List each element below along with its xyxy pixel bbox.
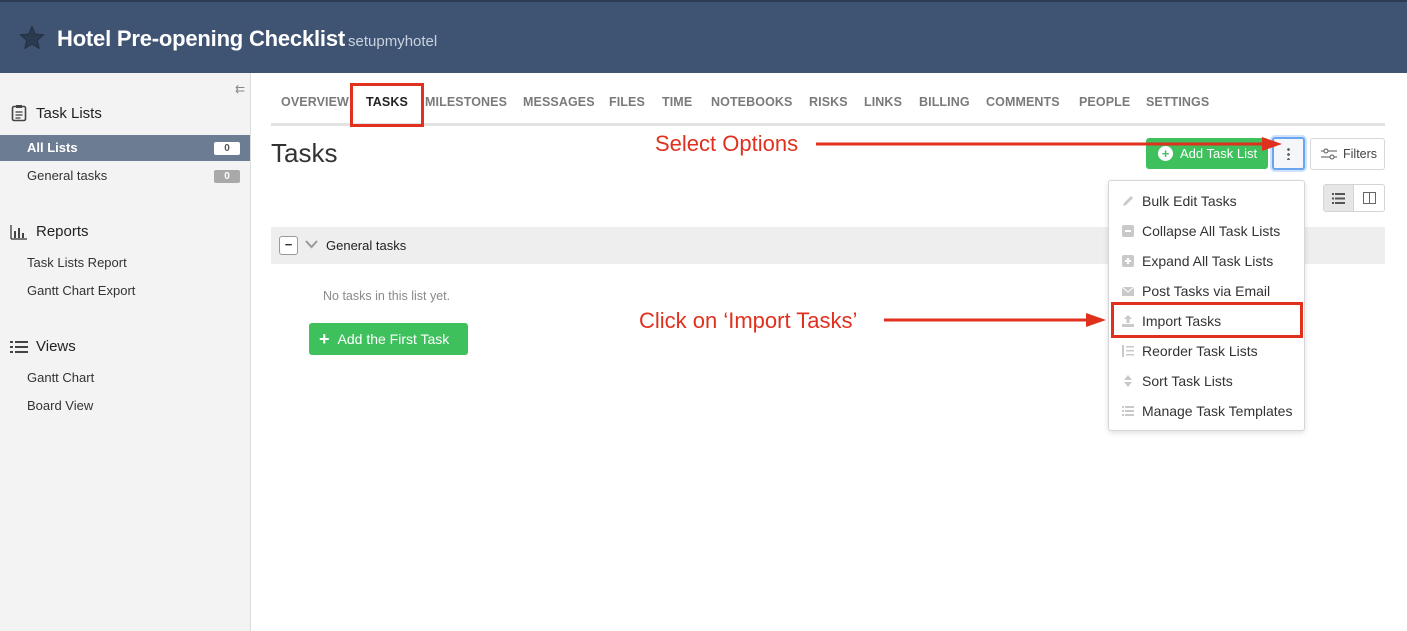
plus-square-icon (1122, 255, 1134, 267)
sidebar-item-general-tasks[interactable]: General tasks 0 (0, 163, 250, 189)
annotation-arrow-options (816, 137, 1282, 151)
menu-item-manage-task-templates[interactable]: Manage Task Templates (1109, 396, 1304, 426)
views-heading: Views (10, 338, 76, 355)
list-view-button[interactable] (1324, 185, 1355, 211)
reorder-icon (1122, 345, 1134, 357)
menu-item-sort-task-lists[interactable]: Sort Task Lists (1109, 366, 1304, 396)
sort-icon (1124, 375, 1132, 387)
menu-item-bulk-edit-tasks[interactable]: Bulk Edit Tasks (1109, 186, 1304, 216)
minus-square-icon (1122, 225, 1134, 237)
tab-risks[interactable]: RISKS (809, 95, 848, 109)
menu-item-reorder-task-lists[interactable]: Reorder Task Lists (1109, 336, 1304, 366)
tab-overview[interactable]: OVERVIEW (281, 95, 349, 109)
list-icon (1122, 406, 1134, 416)
project-header: Hotel Pre-opening Checklist setupmyhotel (0, 0, 1407, 73)
vertical-dots-icon (1287, 147, 1290, 160)
add-first-task-button[interactable]: + Add the First Task (309, 323, 468, 355)
import-tasks-highlight-box (1111, 302, 1303, 338)
star-icon[interactable] (18, 24, 46, 52)
count-badge: 0 (214, 170, 240, 183)
page-title: Tasks (271, 138, 338, 168)
sliders-icon (1321, 148, 1337, 160)
menu-item-expand-all[interactable]: Expand All Task Lists (1109, 246, 1304, 276)
sidebar-item-gantt-chart[interactable]: Gantt Chart (0, 365, 250, 391)
tab-milestones[interactable]: MILESTONES (425, 95, 507, 109)
empty-list-message: No tasks in this list yet. (323, 289, 451, 303)
sidebar-item-gantt-chart-export[interactable]: Gantt Chart Export (0, 278, 250, 304)
envelope-icon (1121, 286, 1135, 296)
sidebar-item-board-view[interactable]: Board View (0, 393, 250, 419)
count-badge: 0 (214, 142, 240, 155)
list-icon (10, 340, 28, 353)
tab-settings[interactable]: SETTINGS (1146, 95, 1209, 109)
company-name[interactable]: setupmyhotel (348, 33, 437, 50)
annotation-select-options: Select Options (655, 131, 799, 156)
tab-time[interactable]: TIME (662, 95, 692, 109)
tab-notebooks[interactable]: NOTEBOOKS (711, 95, 792, 109)
tab-links[interactable]: LINKS (864, 95, 902, 109)
tab-people[interactable]: PEOPLE (1079, 95, 1130, 109)
columns-icon (1362, 192, 1376, 204)
annotation-arrow-import (884, 313, 1106, 327)
bar-chart-icon (10, 224, 27, 240)
annotation-click-import: Click on ‘Import Tasks’ (639, 308, 858, 333)
chevron-down-icon[interactable] (305, 239, 318, 249)
tab-messages[interactable]: MESSAGES (523, 95, 595, 109)
sidebar: ⇇ Task Lists All Lists 0 General tasks 0… (0, 73, 251, 631)
clipboard-icon (11, 105, 27, 122)
filters-button[interactable]: Filters (1310, 138, 1385, 170)
task-list-name[interactable]: General tasks (326, 238, 406, 253)
task-lists-heading: Task Lists (10, 104, 102, 122)
menu-item-collapse-all[interactable]: Collapse All Task Lists (1109, 216, 1304, 246)
sidebar-item-all-lists[interactable]: All Lists 0 (0, 135, 250, 161)
board-view-button[interactable] (1354, 185, 1384, 211)
collapse-sidebar-icon[interactable]: ⇇ (235, 82, 245, 96)
tab-billing[interactable]: BILLING (919, 95, 970, 109)
tab-comments[interactable]: COMMENTS (986, 95, 1060, 109)
view-toggle (1323, 184, 1385, 212)
plus-icon: + (319, 329, 330, 349)
list-view-icon (1332, 192, 1345, 204)
pencil-icon (1123, 196, 1133, 206)
reports-heading: Reports (10, 223, 89, 240)
tasks-tab-highlight-box (350, 83, 424, 127)
tab-files[interactable]: FILES (609, 95, 645, 109)
project-title: Hotel Pre-opening Checklist (57, 26, 345, 51)
sidebar-item-task-lists-report[interactable]: Task Lists Report (0, 250, 250, 276)
collapse-list-button[interactable]: − (279, 236, 298, 255)
project-tabs: OVERVIEW TASKS MILESTONES MESSAGES FILES… (271, 73, 1385, 126)
